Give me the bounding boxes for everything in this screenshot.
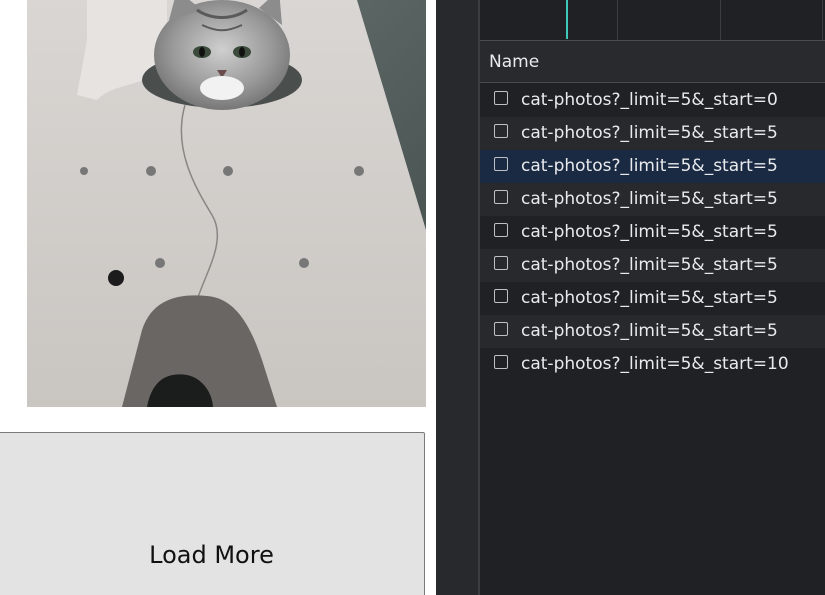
request-row[interactable]: cat-photos?_limit=5&_start=5	[480, 315, 825, 348]
timeline-gridline	[720, 0, 721, 40]
request-row[interactable]: cat-photos?_limit=5&_start=5	[480, 249, 825, 282]
request-checkbox[interactable]	[494, 355, 508, 369]
request-name: cat-photos?_limit=5&_start=0	[521, 90, 778, 110]
request-row[interactable]: cat-photos?_limit=5&_start=5	[480, 282, 825, 315]
request-name: cat-photos?_limit=5&_start=5	[521, 156, 778, 176]
request-checkbox[interactable]	[494, 223, 508, 237]
name-column-header[interactable]: Name	[480, 41, 825, 83]
request-row[interactable]: cat-photos?_limit=5&_start=10	[480, 348, 825, 381]
request-row[interactable]: cat-photos?_limit=5&_start=5	[480, 216, 825, 249]
request-name: cat-photos?_limit=5&_start=10	[521, 354, 789, 374]
request-list: cat-photos?_limit=5&_start=0 cat-photos?_…	[480, 84, 825, 381]
request-row[interactable]: cat-photos?_limit=5&_start=5	[480, 117, 825, 150]
page-content: Load More	[0, 0, 436, 595]
request-checkbox[interactable]	[494, 322, 508, 336]
name-column-label: Name	[489, 52, 540, 72]
request-checkbox[interactable]	[494, 256, 508, 270]
request-row[interactable]: cat-photos?_limit=5&_start=0	[480, 84, 825, 117]
request-checkbox[interactable]	[494, 124, 508, 138]
load-more-button[interactable]: Load More	[0, 432, 425, 595]
network-timeline-overview[interactable]	[480, 0, 825, 41]
request-checkbox[interactable]	[494, 157, 508, 171]
request-checkbox[interactable]	[494, 289, 508, 303]
request-name: cat-photos?_limit=5&_start=5	[521, 255, 778, 275]
cat-photo	[27, 0, 426, 407]
request-row[interactable]: cat-photos?_limit=5&_start=5	[480, 150, 825, 183]
request-name: cat-photos?_limit=5&_start=5	[521, 222, 778, 242]
request-name: cat-photos?_limit=5&_start=5	[521, 288, 778, 308]
request-name: cat-photos?_limit=5&_start=5	[521, 321, 778, 341]
timeline-gridline	[617, 0, 618, 40]
devtools-network-panel: Name cat-photos?_limit=5&_start=0 cat-pho…	[436, 0, 825, 595]
timeline-gridline	[822, 0, 823, 40]
request-checkbox[interactable]	[494, 91, 508, 105]
request-row[interactable]: cat-photos?_limit=5&_start=5	[480, 183, 825, 216]
timeline-request-marker	[566, 0, 568, 39]
devtools-gutter	[436, 0, 480, 595]
cat-photo-image	[27, 0, 426, 407]
request-checkbox[interactable]	[494, 190, 508, 204]
request-name: cat-photos?_limit=5&_start=5	[521, 123, 778, 143]
request-name: cat-photos?_limit=5&_start=5	[521, 189, 778, 209]
